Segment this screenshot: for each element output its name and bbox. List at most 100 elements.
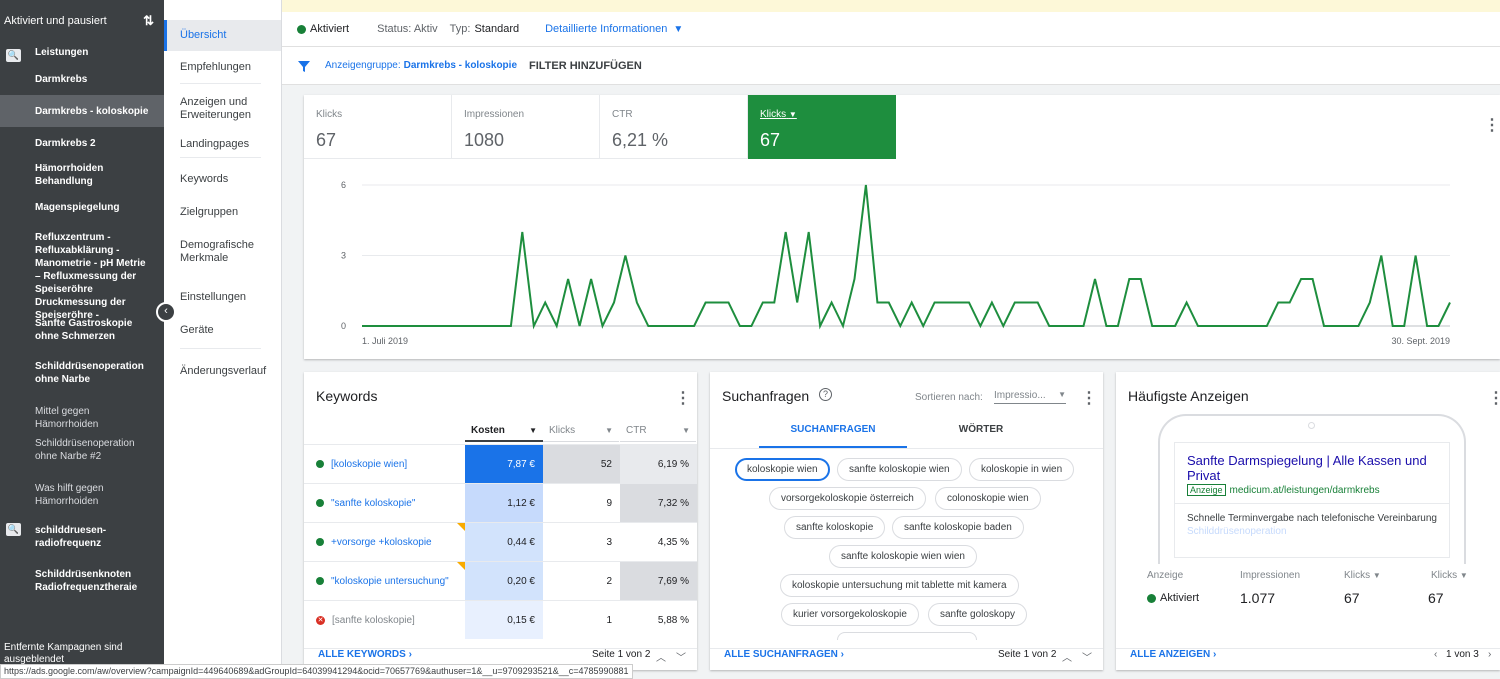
keyword-cell[interactable]: "koloskopie untersuchung"	[316, 562, 464, 600]
adgroup-item-selected[interactable]: Darmkrebs - koloskopie	[0, 95, 164, 127]
query-chip[interactable]: sanfte koloskopie wien	[837, 458, 962, 481]
adgroup-item-paused[interactable]: Mittel gegen Hämorrhoiden	[0, 397, 164, 430]
nav-ads-extensions[interactable]: Anzeigen und Erweiterungen	[164, 87, 281, 131]
query-chip[interactable]: vorsorgekoloskopie österreich	[769, 487, 926, 510]
nav-landingpages[interactable]: Landingpages	[164, 131, 281, 157]
all-keywords-link[interactable]: ALLE KEYWORDS	[318, 649, 406, 660]
query-chip[interactable]: sanfte koloskopie baden	[892, 516, 1024, 539]
more-options-icon[interactable]: ⋮	[1081, 388, 1097, 408]
keyword-cell[interactable]: "sanfte koloskopie"	[316, 484, 464, 522]
card-footer: ALLE ANZEIGEN › ‹ 1 von 3 ›	[1116, 648, 1500, 660]
metric-dropdown[interactable]: Klicks ▼	[760, 109, 884, 120]
tab-divider	[710, 448, 1103, 449]
sort-icon[interactable]: ⇅	[143, 13, 154, 29]
chevron-down-icon[interactable]: ﹀	[1082, 649, 1092, 664]
adgroup-item[interactable]: Schilddrüsenknoten Radiofrequenztheraie	[0, 560, 164, 605]
metric-tile-clicks[interactable]: Klicks 67	[304, 95, 452, 159]
adgroup-item[interactable]: Darmkrebs	[0, 63, 164, 95]
tab-words[interactable]: WÖRTER	[907, 424, 1055, 435]
tab-queries[interactable]: SUCHANFRAGEN	[759, 424, 907, 448]
filter-icon[interactable]	[297, 59, 311, 73]
adgroup-item[interactable]: Magenspiegelung	[0, 191, 164, 223]
tree-header[interactable]: Aktiviert und pausiert ⇅	[0, 0, 164, 42]
collapse-sidebar-button[interactable]: ‹	[156, 302, 176, 322]
col-header-cost[interactable]: Kosten ▼	[465, 420, 543, 442]
nav-audiences[interactable]: Zielgruppen	[164, 197, 281, 227]
line-chart: 6 3 0 1. Juli 2019 30. Sept. 2019	[341, 180, 1451, 346]
nav-demographics[interactable]: Demografische Merkmale	[164, 230, 281, 274]
chevron-up-icon[interactable]: ︿	[1062, 649, 1072, 664]
table-row[interactable]: +vorsorge +koloskopie 0,44 € 3 4,35 %	[304, 522, 697, 561]
all-queries-link[interactable]: ALLE SUCHANFRAGEN	[724, 649, 838, 660]
nav-change-history[interactable]: Änderungsverlauf	[164, 355, 281, 387]
ad-stat-label[interactable]: Klicks ▼	[1344, 570, 1381, 581]
col-header-clicks[interactable]: Klicks ▼	[543, 420, 619, 442]
metric-tile-ctr[interactable]: CTR 6,21 %	[600, 95, 748, 159]
keyword-cell[interactable]: +vorsorge +koloskopie	[316, 523, 464, 561]
metric-tile-impressions[interactable]: Impressionen 1080	[452, 95, 600, 159]
campaign-radiofrequenz[interactable]: 🔍 schilddruesen-radiofrequenz	[0, 516, 164, 560]
adgroup-item[interactable]: Sanfte Gastroskopie ohne Schmerzen	[0, 309, 164, 352]
keyword-cell[interactable]: ✕ [sanfte koloskopie]	[316, 601, 464, 639]
nav-settings[interactable]: Einstellungen	[164, 276, 281, 318]
performance-chart-card: Klicks 67 Impressionen 1080 CTR 6,21 % K…	[304, 95, 1500, 359]
query-chip[interactable]: colonoskopie wien	[935, 487, 1041, 510]
pagination-label: Seite 1 von 2	[592, 649, 651, 660]
chevron-left-icon[interactable]: ‹	[1434, 649, 1437, 660]
ad-preview[interactable]: Sanfte Darmspiegelung | Alle Kassen und …	[1174, 442, 1450, 558]
help-icon[interactable]: ?	[819, 388, 832, 401]
query-chip[interactable]: sanfte koloskopie	[784, 516, 886, 539]
table-row[interactable]: ✕ [sanfte koloskopie] 0,15 € 1 5,88 %	[304, 600, 697, 639]
chevron-down-icon[interactable]: ﹀	[676, 649, 686, 664]
query-chip[interactable]: sanfte goloskopy	[928, 603, 1028, 626]
query-chip[interactable]: kurier vorsorgekoloskopie	[781, 603, 919, 626]
table-row[interactable]: "koloskopie untersuchung" 0,20 € 2 7,69 …	[304, 561, 697, 600]
chevron-up-icon[interactable]: ︿	[656, 649, 666, 664]
nav-keywords[interactable]: Keywords	[164, 161, 281, 197]
details-link[interactable]: Detaillierte Informationen	[545, 23, 667, 35]
metric-tile-selected[interactable]: Klicks ▼ 67	[748, 95, 896, 159]
query-chip[interactable]: koloskopie in wien	[969, 458, 1075, 481]
more-options-icon[interactable]: ⋮	[1488, 388, 1500, 408]
query-chip-partial[interactable]	[837, 632, 977, 640]
nav-recommendations[interactable]: Empfehlungen	[164, 51, 281, 83]
adgroup-item-paused[interactable]: Was hilft gegen Hämorrhoiden	[0, 474, 164, 516]
sort-select[interactable]: Impressio... ▼	[994, 390, 1066, 404]
ad-stat-label: Anzeige	[1147, 570, 1184, 581]
warning-corner-icon	[457, 523, 465, 531]
query-chip[interactable]: koloskopie untersuchung mit tablette mit…	[780, 574, 1019, 597]
keyword-text: "koloskopie untersuchung"	[331, 575, 449, 587]
nav-devices[interactable]: Geräte	[164, 318, 281, 342]
sort-arrow-icon: ▼	[529, 425, 537, 435]
more-options-icon[interactable]: ⋮	[675, 388, 691, 408]
filter-chip-prefix[interactable]: Anzeigengruppe:	[325, 60, 401, 71]
campaign-leistungen[interactable]: 🔍 Leistungen	[0, 42, 164, 63]
table-row[interactable]: [koloskopie wien] 7,87 € 52 6,19 %	[304, 444, 697, 483]
chevron-right-icon[interactable]: ›	[1488, 649, 1491, 660]
chevron-down-icon[interactable]: ▼	[673, 24, 683, 35]
col-label: CTR	[626, 425, 647, 436]
keywords-card: Keywords ⋮ Kosten ▼ Klicks ▼ CTR ▼ [kolosko…	[304, 372, 697, 670]
col-header-ctr[interactable]: CTR ▼	[620, 420, 696, 442]
keyword-cell[interactable]: [koloskopie wien]	[316, 445, 464, 483]
chevron-right-icon[interactable]: ›	[409, 649, 412, 660]
chevron-right-icon[interactable]: ›	[1213, 649, 1216, 660]
query-chip[interactable]: sanfte koloskopie wien wien	[829, 545, 977, 568]
status-dot-icon	[316, 460, 324, 468]
adgroup-item[interactable]: Refluxzentrum - Refluxabklärung - Manome…	[0, 223, 164, 321]
adgroup-item[interactable]: Schilddrüsenoperation ohne Narbe	[0, 352, 164, 397]
all-ads-link[interactable]: ALLE ANZEIGEN	[1130, 649, 1210, 660]
adgroup-item-paused[interactable]: Schilddrüsenoperation ohne Narbe #2	[0, 429, 164, 474]
add-filter-button[interactable]: FILTER HINZUFÜGEN	[529, 60, 642, 72]
adgroup-item[interactable]: Darmkrebs 2	[0, 127, 164, 159]
more-options-icon[interactable]: ⋮	[1484, 115, 1500, 135]
filter-chip-value[interactable]: Darmkrebs - koloskopie	[404, 60, 517, 71]
ad-stat-label[interactable]: Klicks ▼	[1431, 570, 1468, 581]
ad-headline[interactable]: Sanfte Darmspiegelung | Alle Kassen und …	[1187, 453, 1437, 483]
nav-overview[interactable]: Übersicht	[164, 20, 281, 51]
query-chip[interactable]: koloskopie wien	[735, 458, 830, 481]
chevron-right-icon[interactable]: ›	[841, 649, 844, 660]
table-row[interactable]: "sanfte koloskopie" 1,12 € 9 7,32 %	[304, 483, 697, 522]
removed-campaigns-note: Entfernte Kampagnen sind ausgeblendet	[4, 642, 123, 665]
adgroup-item[interactable]: Hämorrhoiden Behandlung	[0, 159, 164, 191]
